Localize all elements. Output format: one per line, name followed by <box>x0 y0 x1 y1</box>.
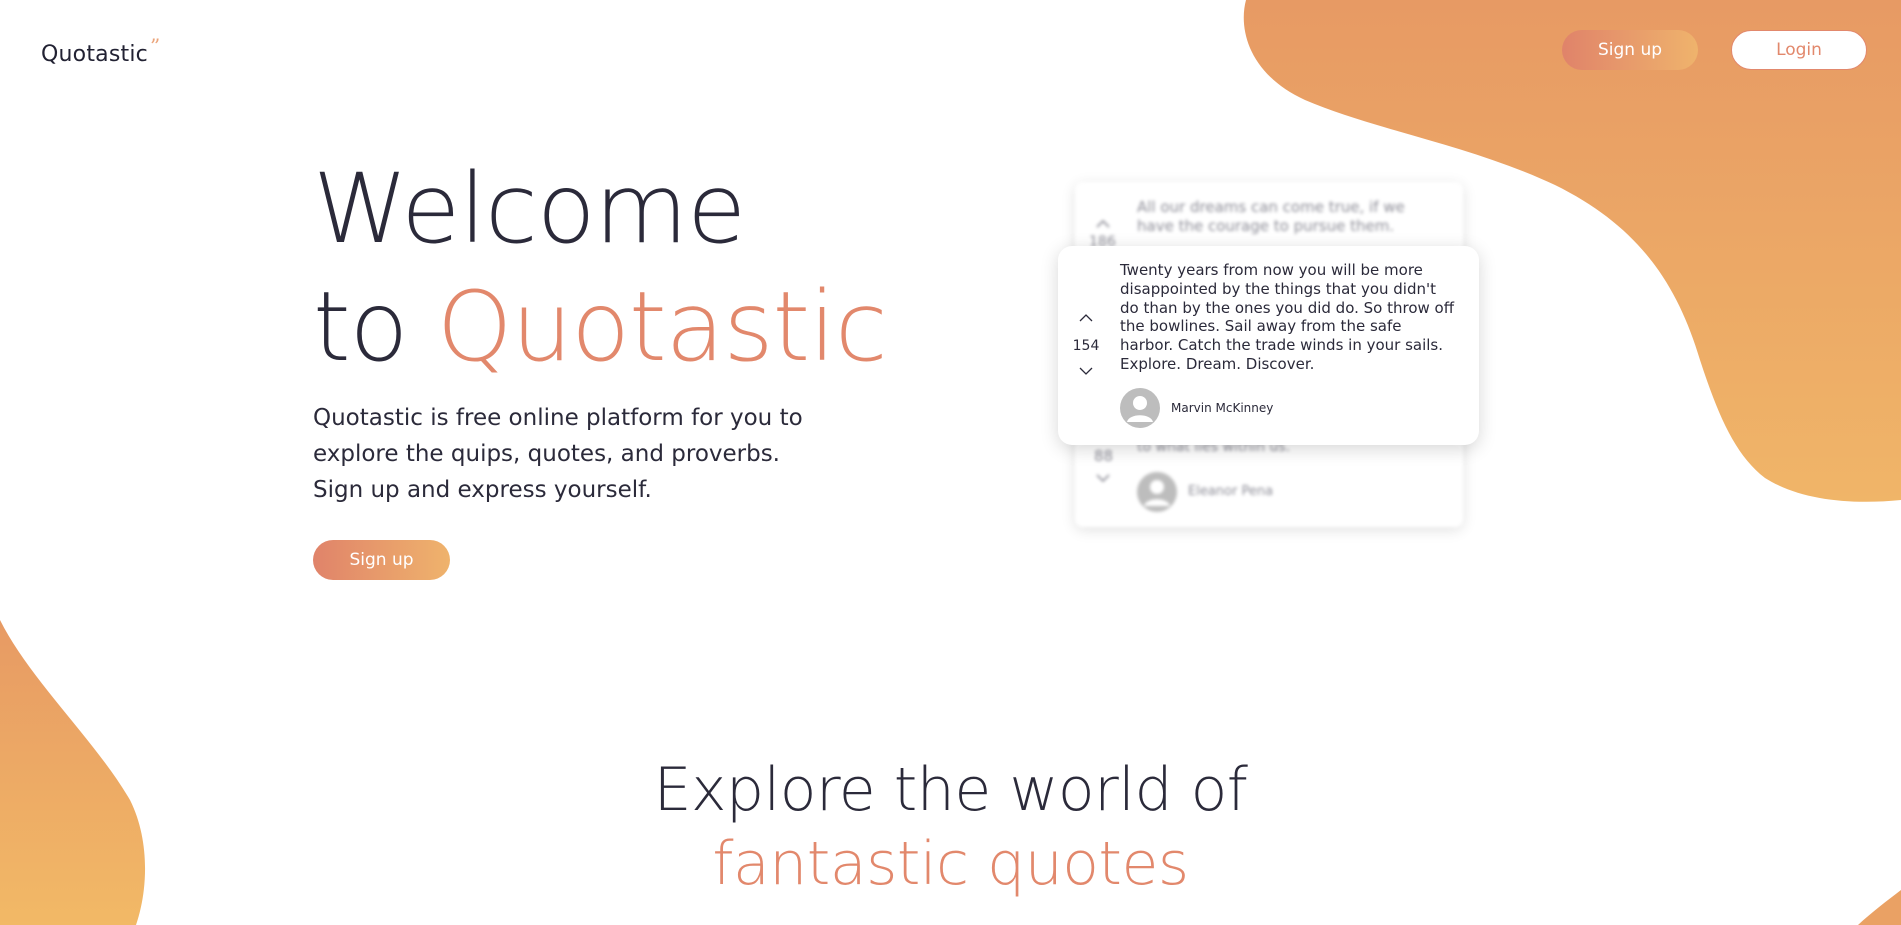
chevron-down-icon <box>1095 468 1111 487</box>
explore-title-line2: fantastic quotes <box>712 829 1189 899</box>
hero-title-line1: Welcome <box>313 153 746 265</box>
explore-title-line1: Explore the world of <box>653 755 1248 825</box>
chevron-down-icon[interactable] <box>1078 363 1094 379</box>
user-avatar-icon[interactable] <box>1120 388 1160 428</box>
quote-mark-icon: ” <box>149 34 161 58</box>
quote-author-name[interactable]: Marvin McKinney <box>1171 401 1273 415</box>
site-header: Quotastic ” Sign up Login <box>0 0 1901 100</box>
background-vote-count-bottom: 88 <box>1094 447 1114 465</box>
explore-title: Explore the world of fantastic quotes <box>0 753 1901 901</box>
header-signup-button[interactable]: Sign up <box>1562 30 1698 70</box>
chevron-up-icon[interactable] <box>1078 310 1094 326</box>
user-avatar-icon <box>1137 472 1177 512</box>
featured-quote-card[interactable]: 154 Twenty years from now you will be mo… <box>1058 246 1479 445</box>
hero-description: Quotastic is free online platform for yo… <box>313 405 803 503</box>
hero-title-prefix: to <box>313 271 408 383</box>
logo[interactable]: Quotastic ” <box>41 34 160 67</box>
hero-section: Welcome to Quotastic Quotastic is free o… <box>313 150 888 580</box>
logo-text: Quotastic <box>41 42 148 67</box>
background-author-name: Eleanor Pena <box>1188 484 1274 499</box>
hero-title-accent: Quotastic <box>436 271 888 383</box>
header-login-button[interactable]: Login <box>1731 30 1867 70</box>
hero-signup-button[interactable]: Sign up <box>313 540 450 580</box>
hero-title: Welcome to Quotastic <box>313 150 888 386</box>
chevron-up-icon <box>1095 214 1111 233</box>
quote-text: Twenty years from now you will be more d… <box>1120 261 1455 373</box>
background-quote-text-top: All our dreams can come true, if we have… <box>1137 198 1405 235</box>
vote-count: 154 <box>1072 338 1100 354</box>
explore-section: Explore the world of fantastic quotes <box>0 753 1901 901</box>
